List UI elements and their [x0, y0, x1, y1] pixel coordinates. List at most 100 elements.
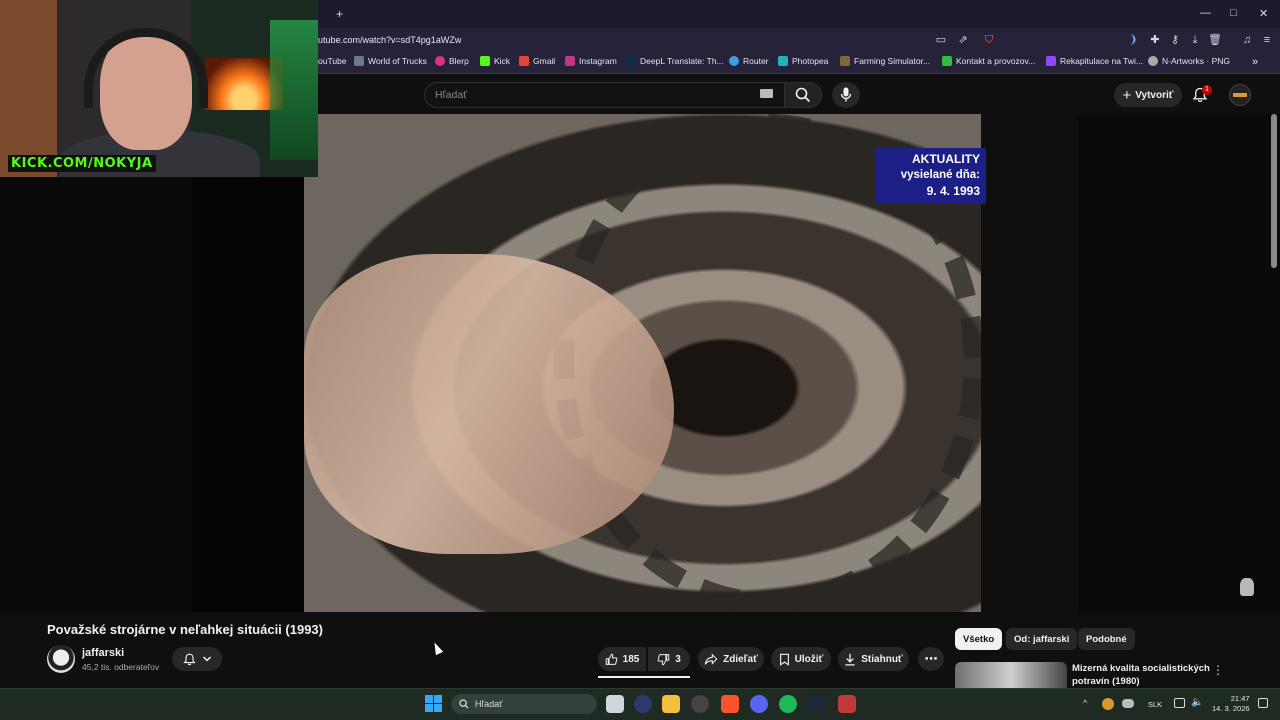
bookmark-label: Kick	[494, 56, 511, 66]
channel-name[interactable]: jaffarski	[82, 647, 124, 659]
search-input[interactable]: Hľadať	[424, 82, 786, 108]
brave-shield-icon[interactable]: ⛉	[982, 33, 996, 47]
like-button[interactable]: 185	[598, 647, 646, 671]
bookmark-label: World of Trucks	[368, 56, 427, 66]
thumbs-up-icon	[605, 653, 618, 665]
recommendation-title[interactable]: Mizerná kvalita socialistických potravín…	[1072, 662, 1212, 688]
file-explorer-icon[interactable]	[662, 695, 680, 713]
bookmark-item[interactable]: ouTube	[318, 56, 347, 66]
new-tab-button[interactable]: +	[336, 7, 343, 21]
app-icon[interactable]	[634, 695, 652, 713]
recommendation-menu-icon[interactable]: ⋮	[1212, 663, 1224, 677]
windows-logo-icon	[425, 695, 433, 703]
overlay-date: 9. 4. 1993	[926, 184, 980, 198]
keyboard-icon[interactable]	[760, 89, 773, 98]
share-icon	[704, 652, 718, 665]
bookmark-item[interactable]: N-Artworks · PNG	[1148, 56, 1230, 66]
download-button[interactable]: Stiahnuť	[838, 647, 909, 671]
steam-icon[interactable]	[808, 695, 826, 713]
create-button[interactable]: + Vytvoriť	[1114, 83, 1182, 107]
tray-cloud-icon[interactable]	[1122, 699, 1134, 708]
page-scrollbar[interactable]	[1271, 114, 1277, 268]
start-button[interactable]	[425, 695, 442, 712]
bookmark-item[interactable]: Rekapitulace na Twi...	[1046, 56, 1143, 66]
taskbar-search-input[interactable]: Hľadať	[451, 694, 597, 714]
media-icon[interactable]: ♫	[1240, 33, 1254, 47]
key-icon[interactable]: ⚷	[1168, 33, 1182, 47]
bookmark-label: Kontakt a provozov...	[956, 56, 1036, 66]
menu-icon[interactable]: ≡	[1260, 33, 1274, 47]
download-icon[interactable]: ⤓	[1188, 33, 1202, 47]
notifications-button[interactable]: 1	[1192, 85, 1212, 106]
extensions-icon[interactable]: ✚	[1148, 33, 1162, 47]
bookmark-label: N-Artworks · PNG	[1162, 56, 1230, 66]
taskbar-clock[interactable]: 21:47 14. 3. 2026	[1212, 694, 1250, 714]
bookmark-item[interactable]: Farming Simulator...	[840, 56, 930, 66]
trash-icon[interactable]: 🗑	[1208, 33, 1222, 47]
headset	[84, 28, 208, 108]
bookmark-item[interactable]: Kontakt a provozov...	[942, 56, 1035, 66]
kick-channel-tag: KICK.COM/NOKYJA	[8, 155, 156, 172]
video-watermark-icon	[1240, 578, 1254, 596]
url-field[interactable]: utube.com/watch?v=sdT4pg1aWZw	[318, 35, 461, 45]
bookmarks-overflow-button[interactable]: »	[1252, 56, 1258, 68]
spotify-icon[interactable]	[779, 695, 797, 713]
brave-browser-icon[interactable]	[721, 695, 739, 713]
keyboard-language[interactable]: SLK	[1148, 700, 1162, 709]
channel-avatar[interactable]	[47, 645, 75, 673]
bookmark-item[interactable]: Blerp	[435, 56, 469, 66]
bookmark-item[interactable]: Gmail	[519, 56, 555, 66]
dislike-button[interactable]: 3	[648, 647, 690, 671]
discord-icon[interactable]	[750, 695, 768, 713]
chip-from-channel[interactable]: Od: jaffarski	[1006, 628, 1078, 650]
minimize-button[interactable]: —	[1200, 7, 1211, 19]
bookmark-item[interactable]: DeepL Translate: Th...	[626, 56, 724, 66]
bookmark-label: Gmail	[533, 56, 556, 66]
bookmark-item[interactable]: Router	[729, 56, 769, 66]
media-app-icon[interactable]	[691, 695, 709, 713]
cast-icon[interactable]: ▭	[934, 33, 948, 47]
share-page-icon[interactable]: ⇗	[956, 33, 970, 47]
microphone-icon	[840, 87, 852, 102]
bookmarks-overflow-label: »	[1252, 56, 1259, 68]
subscription-bell-button[interactable]	[172, 647, 222, 671]
chip-related[interactable]: Podobné	[1078, 628, 1135, 650]
close-window-button[interactable]: ✕	[1259, 7, 1268, 20]
tray-app-icon[interactable]	[1102, 698, 1114, 710]
bookmark-item[interactable]: Kick	[480, 56, 510, 66]
thumbs-down-icon	[657, 653, 670, 665]
recommendation-thumbnail[interactable]	[955, 662, 1067, 688]
bookmark-label: Blerp	[449, 56, 469, 66]
download-label: Stiahnuť	[861, 653, 903, 665]
network-icon[interactable]	[1174, 698, 1185, 708]
globe-icon	[1148, 56, 1158, 66]
search-button[interactable]	[784, 82, 822, 108]
share-button[interactable]: Zdieľať	[698, 647, 764, 671]
bookmark-label: DeepL Translate: Th...	[640, 56, 724, 66]
like-count: 185	[622, 653, 640, 665]
bookmark-item[interactable]: Instagram	[565, 56, 617, 66]
chip-all[interactable]: Všetko	[955, 628, 1003, 650]
notification-center-icon[interactable]	[1258, 698, 1268, 708]
save-button[interactable]: Uložiť	[771, 647, 831, 671]
account-avatar[interactable]	[1229, 84, 1251, 106]
notification-badge: 1	[1202, 85, 1212, 95]
webcam-overlay: KICK.COM/NOKYJA	[0, 0, 318, 177]
kontakt-icon	[942, 56, 952, 66]
windows-logo-icon-part	[434, 695, 442, 703]
volume-icon[interactable]: 🔈	[1191, 697, 1203, 708]
bookmark-label: Router	[743, 56, 769, 66]
dislike-count: 3	[675, 653, 681, 665]
kick-icon	[480, 56, 490, 66]
voice-search-button[interactable]	[832, 82, 860, 108]
overlay-subtitle: vysielané dňa:	[900, 169, 980, 181]
leo-icon[interactable]: ❩	[1126, 33, 1140, 47]
bookmark-item[interactable]: World of Trucks	[354, 56, 427, 66]
bookmark-item[interactable]: Photopea	[778, 56, 828, 66]
more-actions-button[interactable]: ⋯	[918, 647, 944, 671]
avatar-logo-icon	[1233, 93, 1247, 97]
task-view-icon[interactable]	[606, 695, 624, 713]
maximize-button[interactable]: □	[1230, 7, 1237, 19]
obs-app-icon[interactable]	[838, 695, 856, 713]
tray-chevron-icon[interactable]: ^	[1083, 698, 1087, 708]
